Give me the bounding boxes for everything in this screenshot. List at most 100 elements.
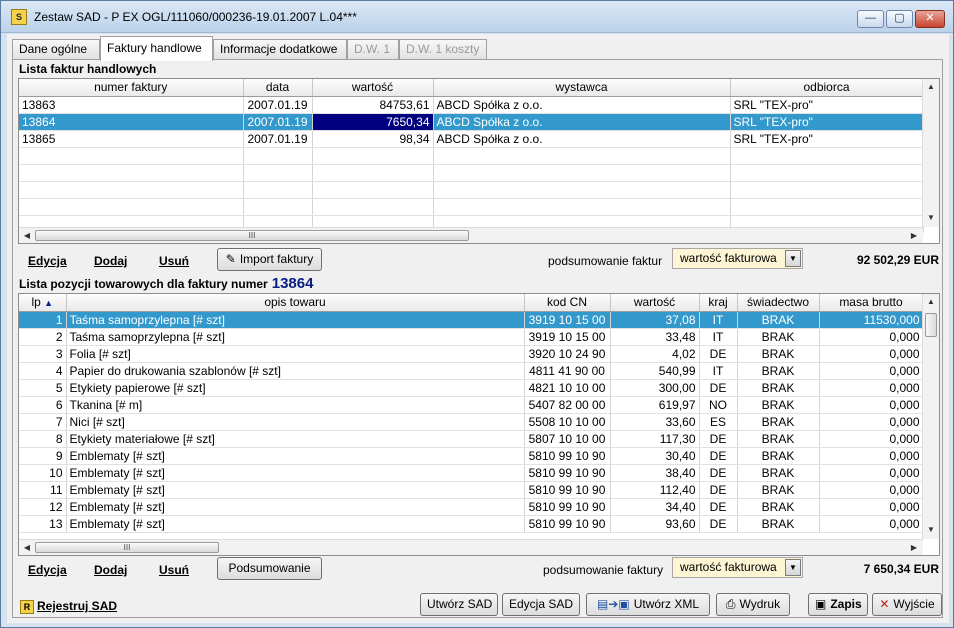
table-cell[interactable]: 619,97 <box>610 396 700 414</box>
table-cell[interactable]: Emblematy [# szt] <box>66 447 525 465</box>
table-cell[interactable]: 0,000 <box>819 498 924 516</box>
invoices-delete-link[interactable]: Usuń <box>159 254 189 268</box>
col-country[interactable]: kraj <box>699 294 738 312</box>
scroll-left-icon[interactable]: ◀ <box>19 540 35 555</box>
import-invoice-button[interactable]: ✎ Import faktury <box>217 248 322 271</box>
table-cell[interactable]: 540,99 <box>610 362 700 380</box>
hscroll-thumb[interactable]: III <box>35 230 469 241</box>
table-cell[interactable]: IT <box>699 328 738 346</box>
maximize-button[interactable]: ▢ <box>886 10 913 28</box>
invoices-summary-select[interactable]: wartość fakturowa ▼ <box>672 248 803 269</box>
table-cell[interactable]: 5508 10 10 00 <box>524 413 611 431</box>
table-cell[interactable]: 5810 99 10 90 <box>524 447 611 465</box>
table-cell[interactable]: 33,60 <box>610 413 700 431</box>
scroll-up-icon[interactable]: ▲ <box>923 294 939 310</box>
col-item-value[interactable]: wartość <box>610 294 700 312</box>
table-cell[interactable]: 5 <box>19 379 67 397</box>
table-cell[interactable]: Folia [# szt] <box>66 345 525 363</box>
tab-general[interactable]: Dane ogólne <box>12 39 100 60</box>
table-cell[interactable]: 4 <box>19 362 67 380</box>
table-cell[interactable]: 93,60 <box>610 515 700 533</box>
table-row[interactable]: 1 Taśma samoprzylepna [# szt] 3919 10 15 0… <box>19 311 924 329</box>
table-cell[interactable]: 13865 <box>19 130 244 148</box>
items-table[interactable]: lp ▲ opis towaru kod CN wartość kraj świ… <box>18 293 940 556</box>
table-cell[interactable]: 12 <box>19 498 67 516</box>
table-cell[interactable]: 5810 99 10 90 <box>524 498 611 516</box>
col-recipient[interactable]: odbiorca <box>730 79 924 97</box>
table-row[interactable]: 13 Emblematy [# szt] 5810 99 10 90 93,60 DE B… <box>19 515 924 533</box>
create-xml-button[interactable]: ▤➔▣ Utwórz XML <box>586 593 710 616</box>
table-cell[interactable]: 30,40 <box>610 447 700 465</box>
table-row[interactable]: 13864 2007.01.19 7650,34 ABCD Spółka z o.o.… <box>19 113 924 131</box>
table-cell[interactable]: SRL "TEX-pro" <box>730 130 924 148</box>
table-cell[interactable]: 0,000 <box>819 413 924 431</box>
table-cell[interactable]: 5810 99 10 90 <box>524 464 611 482</box>
hscroll-thumb[interactable]: III <box>35 542 219 553</box>
col-cn-code[interactable]: kod CN <box>524 294 611 312</box>
table-cell[interactable]: BRAK <box>737 328 820 346</box>
items-vscrollbar[interactable]: ▲ ▼ <box>922 294 939 539</box>
table-cell[interactable]: 9 <box>19 447 67 465</box>
table-cell[interactable]: Emblematy [# szt] <box>66 515 525 533</box>
title-bar[interactable]: S Zestaw SAD - P EX OGL/111060/000236-19… <box>1 1 953 33</box>
col-date[interactable]: data <box>243 79 313 97</box>
print-button[interactable]: ⎙ Wydruk <box>716 593 790 616</box>
table-cell[interactable]: 34,40 <box>610 498 700 516</box>
scroll-down-icon[interactable]: ▼ <box>923 522 939 538</box>
table-row[interactable]: 13863 2007.01.19 84753,61 ABCD Spółka z o.o… <box>19 96 924 114</box>
table-cell[interactable]: 38,40 <box>610 464 700 482</box>
table-cell[interactable]: 4811 41 90 00 <box>524 362 611 380</box>
table-cell[interactable]: 0,000 <box>819 345 924 363</box>
table-cell[interactable]: 2007.01.19 <box>243 113 313 131</box>
table-row[interactable]: 3 Folia [# szt] 3920 10 24 90 4,02 DE BRAK 0,0… <box>19 345 924 363</box>
table-cell[interactable]: IT <box>699 311 738 329</box>
table-cell[interactable]: BRAK <box>737 345 820 363</box>
chevron-down-icon[interactable]: ▼ <box>785 559 801 576</box>
table-cell[interactable]: 98,34 <box>312 130 434 148</box>
col-value[interactable]: wartość <box>312 79 434 97</box>
invoices-vscrollbar[interactable]: ▲ ▼ <box>922 79 939 227</box>
table-cell[interactable]: Papier do drukowania szablonów [# szt] <box>66 362 525 380</box>
col-lp[interactable]: lp ▲ <box>19 294 67 312</box>
items-summary-select[interactable]: wartość fakturowa ▼ <box>672 557 803 578</box>
invoices-edit-link[interactable]: Edycja <box>28 254 67 268</box>
table-cell[interactable]: 13 <box>19 515 67 533</box>
table-cell[interactable]: ES <box>699 413 738 431</box>
table-row[interactable]: 5 Etykiety papierowe [# szt] 4821 10 10 00… <box>19 379 924 397</box>
table-cell[interactable]: Emblematy [# szt] <box>66 481 525 499</box>
invoices-add-link[interactable]: Dodaj <box>94 254 127 268</box>
table-cell[interactable]: 0,000 <box>819 362 924 380</box>
table-cell[interactable]: 7650,34 <box>312 113 434 131</box>
table-cell[interactable]: DE <box>699 515 738 533</box>
table-cell[interactable]: 300,00 <box>610 379 700 397</box>
table-cell[interactable]: 11 <box>19 481 67 499</box>
table-cell[interactable]: 4821 10 10 00 <box>524 379 611 397</box>
table-row[interactable]: 10 Emblematy [# szt] 5810 99 10 90 38,40 DE B… <box>19 464 924 482</box>
table-cell[interactable]: BRAK <box>737 430 820 448</box>
table-cell[interactable]: 5810 99 10 90 <box>524 515 611 533</box>
scroll-left-icon[interactable]: ◀ <box>19 228 35 243</box>
table-cell[interactable]: 2 <box>19 328 67 346</box>
table-cell[interactable]: BRAK <box>737 498 820 516</box>
table-cell[interactable]: 0,000 <box>819 481 924 499</box>
table-cell[interactable]: 5810 99 10 90 <box>524 481 611 499</box>
table-cell[interactable]: DE <box>699 430 738 448</box>
table-cell[interactable]: DE <box>699 345 738 363</box>
table-cell[interactable]: 5807 10 10 00 <box>524 430 611 448</box>
table-cell[interactable]: 8 <box>19 430 67 448</box>
vscroll-thumb[interactable] <box>925 313 937 337</box>
table-cell[interactable]: ABCD Spółka z o.o. <box>433 96 731 114</box>
table-row[interactable]: 8 Etykiety materiałowe [# szt] 5807 10 10 … <box>19 430 924 448</box>
table-cell[interactable]: IT <box>699 362 738 380</box>
table-cell[interactable]: 11530,000 <box>819 311 924 329</box>
table-cell[interactable]: 0,000 <box>819 447 924 465</box>
tab-additional-info[interactable]: Informacje dodatkowe <box>213 39 347 60</box>
table-row[interactable]: 11 Emblematy [# szt] 5810 99 10 90 112,40 DE… <box>19 481 924 499</box>
items-edit-link[interactable]: Edycja <box>28 563 67 577</box>
table-cell[interactable]: SRL "TEX-pro" <box>730 96 924 114</box>
table-cell[interactable]: Nici [# szt] <box>66 413 525 431</box>
table-cell[interactable]: 0,000 <box>819 515 924 533</box>
table-cell[interactable]: 0,000 <box>819 396 924 414</box>
table-cell[interactable]: 0,000 <box>819 464 924 482</box>
table-row[interactable]: 9 Emblematy [# szt] 5810 99 10 90 30,40 DE BR… <box>19 447 924 465</box>
